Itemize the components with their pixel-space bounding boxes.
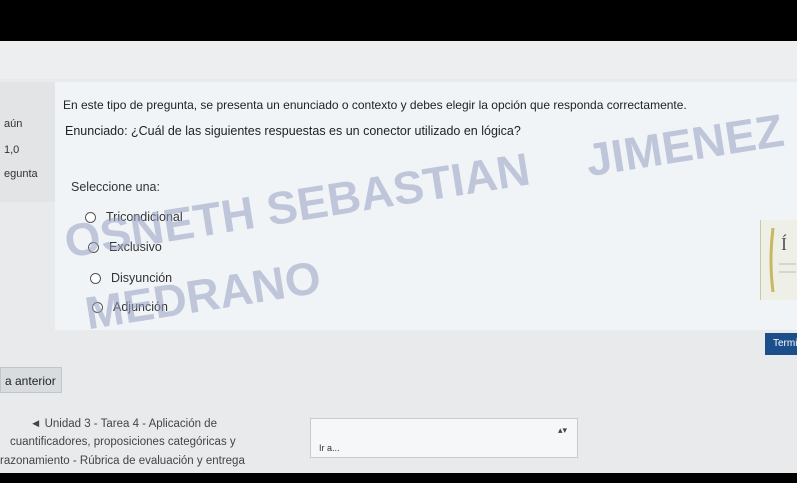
prev-activity-link-line3[interactable]: razonamiento - Rúbrica de evaluación y e… (0, 455, 245, 467)
chevron-updown-icon: ▴▾ (557, 425, 567, 435)
option-label: Tricondicional (106, 210, 183, 224)
seal-icon: Í (760, 220, 797, 300)
prev-activity-link-line1[interactable]: ◄ Unidad 3 - Tarea 4 - Aplicación de (30, 418, 217, 430)
question-info-panel: aún 1,0 egunta (0, 82, 56, 202)
finish-attempt-button[interactable]: Termi (765, 333, 797, 355)
option-exclusivo[interactable]: Exclusivo (88, 240, 162, 254)
option-label: Exclusivo (109, 240, 162, 254)
bottom-black-bar (0, 473, 797, 483)
question-intro: En este tipo de pregunta, se presenta un… (63, 98, 687, 112)
option-tricondicional[interactable]: Tricondicional (85, 210, 183, 224)
question-status: aún (4, 118, 23, 130)
question-text: Enunciado: ¿Cuál de las siguientes respu… (65, 124, 521, 138)
option-label: Disyunción (111, 271, 173, 285)
previous-page-button[interactable]: a anterior (0, 367, 62, 393)
select-one-prompt: Seleccione una: (71, 180, 160, 194)
question-label: egunta (4, 168, 38, 180)
radio-button[interactable] (90, 272, 101, 284)
option-disyuncion[interactable]: Disyunción (90, 271, 172, 285)
svg-text:Í: Í (781, 233, 787, 254)
navigation-strip (0, 41, 797, 79)
radio-button[interactable] (88, 241, 99, 253)
prev-activity-link-line2[interactable]: cuantificadores, proposiciones categóric… (10, 436, 236, 448)
radio-button[interactable] (92, 301, 103, 313)
option-adjuncion[interactable]: Adjunción (92, 300, 168, 314)
top-black-bar (0, 0, 797, 41)
option-label: Adjunción (113, 300, 168, 314)
jump-to-value: Ir a... (319, 443, 340, 453)
jump-to-select[interactable]: ▴▾ Ir a... (310, 418, 578, 458)
radio-button[interactable] (85, 211, 96, 223)
question-content: En este tipo de pregunta, se presenta un… (55, 82, 797, 330)
question-marks: 1,0 (4, 144, 20, 156)
